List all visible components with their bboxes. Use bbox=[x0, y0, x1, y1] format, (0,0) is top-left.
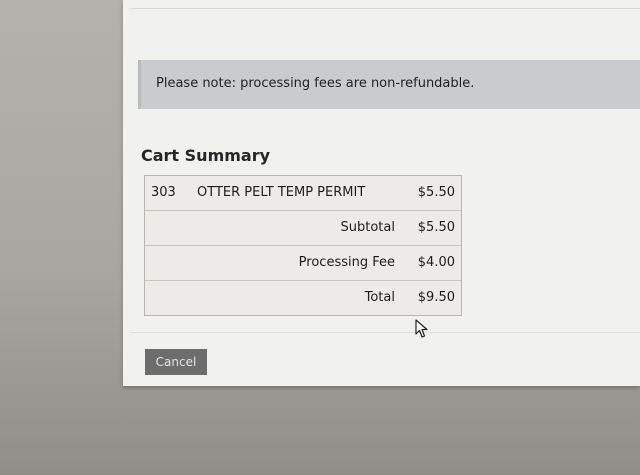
cancel-button[interactable]: Cancel bbox=[145, 349, 207, 375]
processing-fee-amount: $4.00 bbox=[417, 255, 455, 270]
divider bbox=[130, 332, 640, 333]
processing-fee-label: Processing Fee bbox=[298, 255, 395, 270]
cart-summary-table: 303 OTTER PELT TEMP PERMIT $5.50 Subtota… bbox=[144, 175, 462, 316]
subtotal-row: Subtotal $5.50 bbox=[145, 210, 461, 245]
processing-fee-notice: Please note: processing fees are non-ref… bbox=[138, 60, 640, 109]
subtotal-amount: $5.50 bbox=[417, 220, 455, 235]
total-row: Total $9.50 bbox=[145, 280, 461, 315]
item-quantity: 303 bbox=[151, 185, 176, 200]
notice-text: Please note: processing fees are non-ref… bbox=[156, 76, 475, 91]
checkout-panel: Please note: processing fees are non-ref… bbox=[123, 0, 640, 386]
total-label: Total bbox=[364, 290, 395, 305]
divider bbox=[130, 8, 640, 9]
subtotal-label: Subtotal bbox=[340, 220, 395, 235]
total-amount: $9.50 bbox=[417, 290, 455, 305]
cart-summary-title: Cart Summary bbox=[141, 146, 271, 165]
mouse-pointer-icon bbox=[415, 319, 428, 338]
item-price: $5.50 bbox=[417, 185, 455, 200]
cart-item-row: 303 OTTER PELT TEMP PERMIT $5.50 bbox=[145, 176, 461, 210]
processing-fee-row: Processing Fee $4.00 bbox=[145, 245, 461, 280]
item-description: OTTER PELT TEMP PERMIT bbox=[197, 185, 366, 200]
background: Please note: processing fees are non-ref… bbox=[0, 0, 640, 475]
